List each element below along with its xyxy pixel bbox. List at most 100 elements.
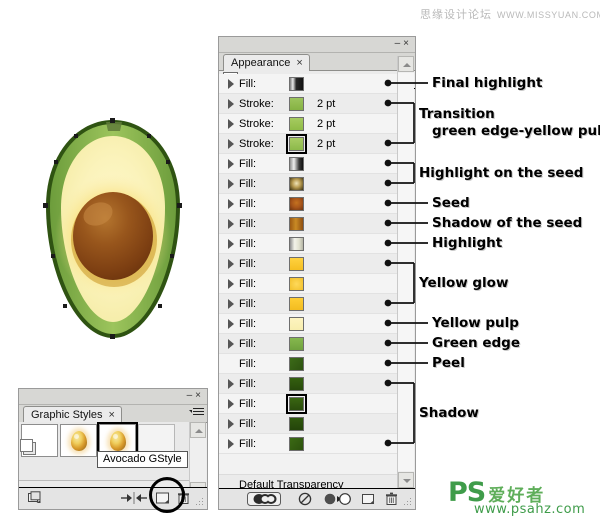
scroll-down-arrow-icon[interactable] xyxy=(398,472,414,488)
disclosure-triangle-icon[interactable] xyxy=(225,94,238,114)
appearance-row[interactable]: Fill: xyxy=(219,174,398,194)
delete-selected-item-icon[interactable] xyxy=(385,491,398,507)
appearance-titlebar[interactable]: –× xyxy=(219,37,415,53)
color-swatch[interactable] xyxy=(289,196,304,211)
graphic-styles-window-buttons[interactable]: –× xyxy=(187,389,204,402)
appearance-row[interactable]: Fill: xyxy=(219,374,398,394)
appearance-row-type-label: Fill: xyxy=(239,77,257,90)
appearance-row[interactable]: Fill: xyxy=(219,393,398,414)
avocado-svg xyxy=(43,118,182,339)
tab-appearance-label: Appearance xyxy=(231,57,291,69)
minimize-icon[interactable]: – xyxy=(187,390,196,401)
graphic-styles-panel[interactable]: –× Graphic Styles × Avocado GStyle xyxy=(18,388,208,513)
disclosure-triangle-icon[interactable] xyxy=(225,274,238,294)
tab-close-icon[interactable]: × xyxy=(296,57,302,69)
disclosure-triangle-icon[interactable] xyxy=(225,234,238,254)
appearance-row[interactable]: Fill: xyxy=(219,74,398,94)
color-swatch[interactable] xyxy=(289,116,304,131)
color-swatch[interactable] xyxy=(289,156,304,171)
scroll-up-arrow-icon[interactable] xyxy=(190,422,206,438)
appearance-bottom-toolbar[interactable] xyxy=(219,488,415,509)
appearance-row-type-label: Stroke: xyxy=(239,117,274,130)
close-icon[interactable]: × xyxy=(403,38,412,49)
reduce-to-basic-appearance-icon[interactable] xyxy=(324,491,351,507)
graphic-styles-libraries-icon[interactable] xyxy=(27,491,45,508)
color-swatch[interactable] xyxy=(289,276,304,291)
disclosure-triangle-icon[interactable] xyxy=(225,414,238,434)
appearance-row[interactable]: Fill: xyxy=(219,354,398,374)
appearance-attribute-list[interactable]: Fill: Stroke: 2 pt Stroke: 2 pt Stroke: 2 pt Fi… xyxy=(219,74,398,474)
appearance-row[interactable]: Stroke: 2 pt xyxy=(219,133,398,154)
disclosure-triangle-icon[interactable] xyxy=(225,314,238,334)
appearance-row[interactable]: Fill: xyxy=(219,254,398,274)
scroll-up-arrow-icon[interactable] xyxy=(398,56,414,72)
break-link-to-graphic-style-icon[interactable] xyxy=(119,491,149,508)
appearance-panel[interactable]: –× Appearance× Path: Avocado GStyle Fill… xyxy=(218,36,416,510)
disclosure-triangle-icon[interactable] xyxy=(225,434,238,454)
new-art-has-basic-appearance-icon[interactable] xyxy=(247,491,281,507)
graphic-styles-panel-menu-button[interactable] xyxy=(188,406,204,420)
color-swatch[interactable] xyxy=(289,316,304,331)
resize-grip-icon[interactable] xyxy=(404,498,413,507)
appearance-scrollbar[interactable] xyxy=(397,56,414,488)
color-swatch[interactable] xyxy=(289,296,304,311)
color-swatch[interactable] xyxy=(289,76,304,91)
appearance-row[interactable]: Fill: xyxy=(219,334,398,354)
appearance-tabrow[interactable]: Appearance × xyxy=(219,53,415,71)
appearance-row[interactable]: Fill: xyxy=(219,294,398,314)
close-icon[interactable]: × xyxy=(195,390,204,401)
clear-appearance-icon[interactable] xyxy=(298,491,312,507)
style-swatch-none[interactable] xyxy=(20,424,58,457)
graphic-styles-tabrow[interactable]: Graphic Styles × xyxy=(19,405,207,423)
stroke-weight-value[interactable]: 2 pt xyxy=(317,98,335,110)
resize-grip-icon[interactable] xyxy=(196,498,205,507)
appearance-window-buttons[interactable]: –× xyxy=(395,37,412,50)
appearance-row[interactable]: Stroke: 2 pt xyxy=(219,114,398,134)
appearance-row[interactable]: Fill: xyxy=(219,314,398,334)
appearance-row[interactable]: Fill: xyxy=(219,154,398,174)
color-swatch[interactable] xyxy=(289,436,304,451)
disclosure-triangle-icon[interactable] xyxy=(225,74,238,94)
appearance-row-type-label: Fill: xyxy=(239,317,257,330)
color-swatch[interactable] xyxy=(289,176,304,191)
appearance-row[interactable]: Stroke: 2 pt xyxy=(219,94,398,114)
color-swatch[interactable] xyxy=(286,393,307,414)
disclosure-triangle-icon[interactable] xyxy=(225,294,238,314)
color-swatch[interactable] xyxy=(289,356,304,371)
color-swatch[interactable] xyxy=(286,133,307,154)
disclosure-triangle-icon[interactable] xyxy=(225,394,238,414)
appearance-row[interactable]: Fill: xyxy=(219,434,398,454)
color-swatch[interactable] xyxy=(289,376,304,391)
annotation-label: Peel xyxy=(432,355,465,371)
tab-graphic-styles[interactable]: Graphic Styles × xyxy=(23,406,122,423)
disclosure-triangle-icon[interactable] xyxy=(225,254,238,274)
color-swatch[interactable] xyxy=(289,96,304,111)
appearance-row[interactable]: Fill: xyxy=(219,274,398,294)
appearance-row[interactable]: Fill: xyxy=(219,414,398,434)
disclosure-triangle-icon[interactable] xyxy=(225,334,238,354)
color-swatch[interactable] xyxy=(289,256,304,271)
disclosure-triangle-icon[interactable] xyxy=(225,214,238,234)
color-swatch[interactable] xyxy=(289,336,304,351)
disclosure-triangle-icon[interactable] xyxy=(225,194,238,214)
disclosure-triangle-icon[interactable] xyxy=(225,374,238,394)
disclosure-triangle-icon[interactable] xyxy=(225,154,238,174)
appearance-scroll-track[interactable] xyxy=(398,73,414,471)
style-swatch-avocado-1[interactable] xyxy=(60,424,97,457)
disclosure-triangle-icon[interactable] xyxy=(225,134,238,154)
duplicate-selected-item-icon[interactable] xyxy=(361,491,375,507)
stroke-weight-value[interactable]: 2 pt xyxy=(317,118,335,130)
graphic-styles-titlebar[interactable]: –× xyxy=(19,389,207,405)
stroke-weight-value[interactable]: 2 pt xyxy=(317,138,335,150)
color-swatch[interactable] xyxy=(289,216,304,231)
appearance-row[interactable]: Fill: xyxy=(219,194,398,214)
disclosure-triangle-icon[interactable] xyxy=(225,174,238,194)
disclosure-triangle-icon[interactable] xyxy=(225,114,238,134)
appearance-row[interactable]: Fill: xyxy=(219,214,398,234)
appearance-row[interactable]: Fill: xyxy=(219,234,398,254)
minimize-icon[interactable]: – xyxy=(395,38,404,49)
color-swatch[interactable] xyxy=(289,416,304,431)
tab-close-icon[interactable]: × xyxy=(109,409,115,421)
color-swatch[interactable] xyxy=(289,236,304,251)
tab-appearance[interactable]: Appearance × xyxy=(223,54,310,71)
